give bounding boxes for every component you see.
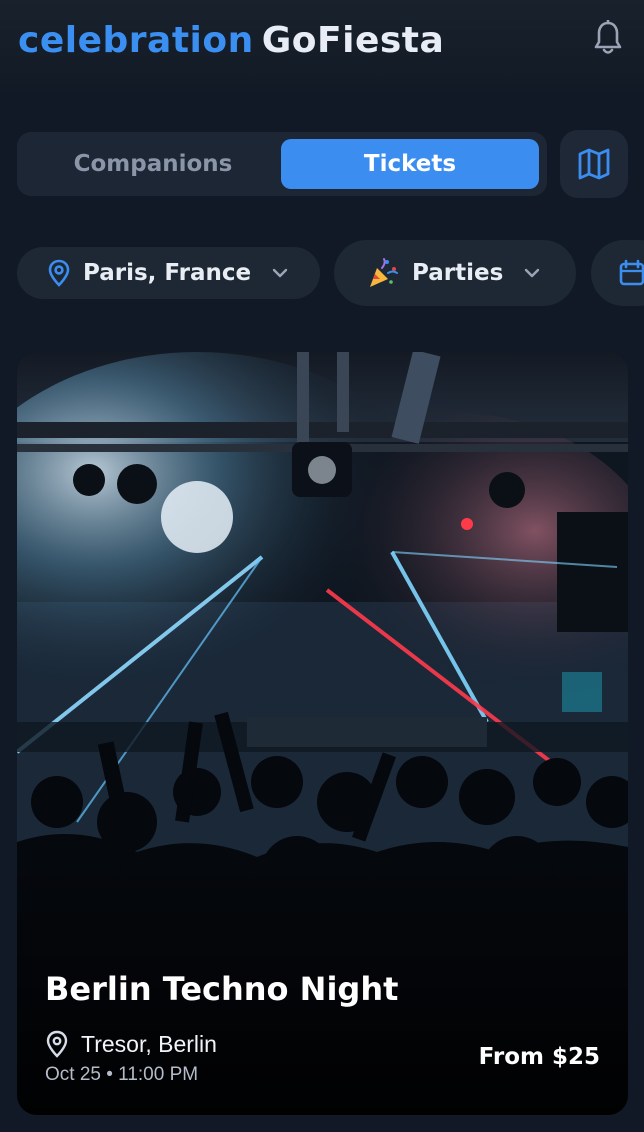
event-card[interactable]: Berlin Techno Night Tresor, Berlin Oct 2…	[17, 352, 628, 1115]
mode-toggle: Companions Tickets	[17, 132, 547, 196]
chevron-down-icon	[271, 267, 289, 279]
location-filter-label: Paris, France	[83, 260, 252, 286]
app-logo: celebration GoFiesta	[18, 20, 444, 61]
event-venue: Tresor, Berlin	[81, 1030, 217, 1057]
top-app-bar: celebration GoFiesta	[0, 0, 644, 92]
date-filter[interactable]	[591, 240, 644, 306]
map-icon	[578, 148, 610, 180]
map-view-button[interactable]	[560, 130, 628, 198]
category-filter-label: Parties	[412, 260, 504, 286]
calendar-icon	[619, 259, 644, 286]
location-filter[interactable]: Paris, France	[17, 247, 320, 299]
party-popper-icon	[370, 258, 398, 287]
logo-ligature-text: celebration	[18, 20, 254, 61]
chevron-down-icon	[523, 267, 541, 279]
event-price: From $25	[478, 1044, 600, 1070]
category-filter[interactable]: Parties	[334, 240, 576, 306]
map-pin-icon	[48, 259, 70, 287]
bell-icon[interactable]	[588, 16, 628, 60]
app-name: GoFiesta	[261, 20, 445, 61]
event-title: Berlin Techno Night	[45, 970, 399, 1008]
event-venue-row: Tresor, Berlin	[45, 1030, 217, 1058]
map-pin-icon	[46, 1030, 68, 1058]
event-datetime: Oct 25 • 11:00 PM	[45, 1064, 199, 1085]
tab-companions[interactable]: Companions	[25, 139, 281, 189]
tab-tickets[interactable]: Tickets	[281, 139, 539, 189]
